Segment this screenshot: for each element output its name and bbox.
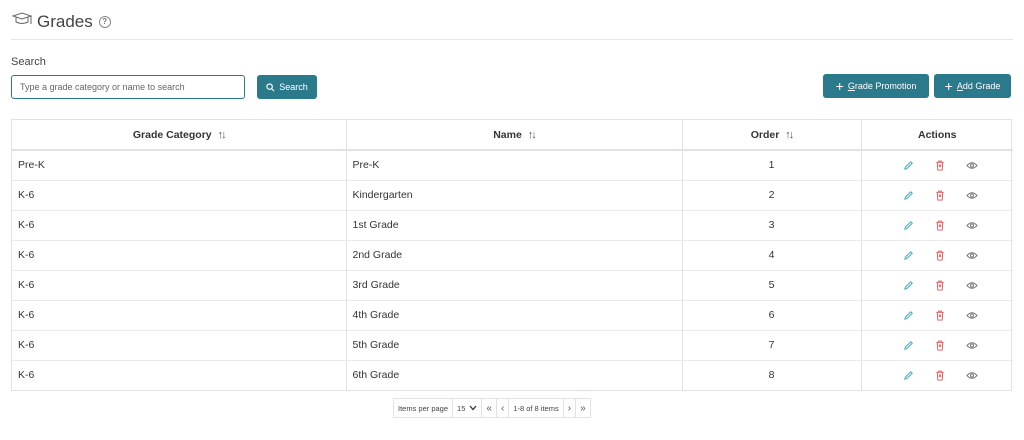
- add-grade-label: Add Grade: [956, 81, 1001, 91]
- cell-actions: [861, 300, 1013, 331]
- cell-grade-category: Pre-K: [12, 150, 347, 181]
- page-title: Grades: [37, 11, 93, 31]
- column-header-actions: Actions: [861, 120, 1013, 151]
- view-icon[interactable]: [965, 368, 979, 382]
- edit-icon[interactable]: [901, 368, 915, 382]
- column-header-name[interactable]: Name ↑↓: [346, 120, 683, 151]
- grade-promotion-label: Grade Promotion: [847, 81, 917, 91]
- items-per-page-select[interactable]: 15: [453, 399, 483, 417]
- table-body: Pre-K Pre-K 1 K-6 Kindergarten 2 K-6 1st Grade 3…: [12, 150, 1013, 390]
- first-page-icon[interactable]: «: [482, 399, 497, 417]
- view-icon[interactable]: [965, 188, 979, 202]
- items-per-page-value: 15: [457, 403, 466, 413]
- view-icon[interactable]: [965, 278, 979, 292]
- edit-icon[interactable]: [901, 278, 915, 292]
- search-button-label: Search: [279, 82, 308, 92]
- help-icon[interactable]: ?: [98, 16, 111, 28]
- last-page-icon[interactable]: »: [576, 399, 590, 417]
- delete-icon[interactable]: [933, 248, 947, 262]
- cell-name: Kindergarten: [346, 180, 683, 211]
- delete-icon[interactable]: [933, 368, 947, 382]
- edit-icon[interactable]: [901, 308, 915, 322]
- delete-icon[interactable]: [933, 218, 947, 232]
- search-icon: [266, 82, 275, 91]
- cell-actions: [861, 150, 1013, 181]
- delete-icon[interactable]: [933, 158, 947, 172]
- plus-icon: +: [944, 78, 953, 94]
- cell-actions: [861, 210, 1013, 241]
- cell-actions: [861, 330, 1013, 361]
- delete-icon[interactable]: [933, 338, 947, 352]
- table-row: K-6 5th Grade 7: [12, 330, 1013, 361]
- graduation-cap-icon: [11, 11, 33, 24]
- cell-grade-category: K-6: [12, 330, 347, 361]
- search-label: Search: [11, 56, 46, 68]
- search-input[interactable]: [11, 75, 245, 99]
- cell-grade-category: K-6: [12, 270, 347, 301]
- cell-grade-category: K-6: [12, 360, 347, 390]
- cell-name: 1st Grade: [346, 210, 683, 241]
- add-grade-button[interactable]: + Add Grade: [934, 74, 1011, 98]
- plus-icon: +: [835, 78, 844, 94]
- cell-order: 3: [682, 210, 862, 241]
- items-per-page-label: Items per page: [394, 399, 454, 417]
- column-header-order[interactable]: Order ↑↓: [682, 120, 862, 151]
- edit-icon[interactable]: [901, 188, 915, 202]
- cell-name: Pre-K: [346, 150, 683, 181]
- table-row: K-6 2nd Grade 4: [12, 240, 1013, 271]
- table-row: K-6 Kindergarten 2: [12, 180, 1013, 211]
- cell-order: 8: [682, 360, 862, 390]
- cell-name: 2nd Grade: [346, 240, 683, 271]
- cell-order: 1: [682, 150, 862, 181]
- cell-order: 7: [682, 330, 862, 361]
- cell-grade-category: K-6: [12, 300, 347, 331]
- cell-name: 6th Grade: [346, 360, 683, 390]
- cell-actions: [861, 240, 1013, 271]
- column-header-grade-category[interactable]: Grade Category ↑↓: [12, 120, 347, 151]
- delete-icon[interactable]: [933, 188, 947, 202]
- page-range-text: 1-8 of 8 items: [509, 399, 564, 417]
- table-row: K-6 6th Grade 8: [12, 360, 1013, 390]
- next-page-icon[interactable]: ›: [564, 399, 577, 417]
- view-icon[interactable]: [965, 218, 979, 232]
- sort-icon[interactable]: ↑↓: [528, 129, 537, 141]
- search-button[interactable]: Search: [257, 75, 317, 99]
- edit-icon[interactable]: [901, 218, 915, 232]
- edit-icon[interactable]: [901, 248, 915, 262]
- cell-actions: [861, 360, 1013, 390]
- prev-page-icon[interactable]: ‹: [497, 399, 510, 417]
- cell-order: 4: [682, 240, 862, 271]
- grades-table: Grade Category ↑↓ Name ↑↓ Order ↑↓ Actions …: [11, 119, 1013, 391]
- view-icon[interactable]: [965, 308, 979, 322]
- edit-icon[interactable]: [901, 158, 915, 172]
- cell-order: 6: [682, 300, 862, 331]
- view-icon[interactable]: [965, 338, 979, 352]
- grade-promotion-button[interactable]: + Grade Promotion: [823, 74, 929, 98]
- cell-name: 3rd Grade: [346, 270, 683, 301]
- table-header-row: Grade Category ↑↓ Name ↑↓ Order ↑↓ Actions: [12, 120, 1013, 151]
- table-row: Pre-K Pre-K 1: [12, 150, 1013, 181]
- cell-grade-category: K-6: [12, 240, 347, 271]
- chevron-down-icon: [469, 405, 477, 411]
- sort-icon[interactable]: ↑↓: [785, 129, 794, 141]
- table-row: K-6 3rd Grade 5: [12, 270, 1013, 301]
- table-row: K-6 1st Grade 3: [12, 210, 1013, 241]
- page-header: Grades ?: [11, 10, 1013, 40]
- cell-actions: [861, 180, 1013, 211]
- cell-grade-category: K-6: [12, 180, 347, 211]
- view-icon[interactable]: [965, 248, 979, 262]
- view-icon[interactable]: [965, 158, 979, 172]
- cell-name: 4th Grade: [346, 300, 683, 331]
- cell-order: 5: [682, 270, 862, 301]
- table-row: K-6 4th Grade 6: [12, 300, 1013, 331]
- cell-name: 5th Grade: [346, 330, 683, 361]
- edit-icon[interactable]: [901, 338, 915, 352]
- sort-icon[interactable]: ↑↓: [218, 129, 227, 141]
- delete-icon[interactable]: [933, 308, 947, 322]
- pagination: Items per page 15 « ‹ 1-8 of 8 items › »: [393, 398, 591, 418]
- delete-icon[interactable]: [933, 278, 947, 292]
- cell-grade-category: K-6: [12, 210, 347, 241]
- cell-order: 2: [682, 180, 862, 211]
- cell-actions: [861, 270, 1013, 301]
